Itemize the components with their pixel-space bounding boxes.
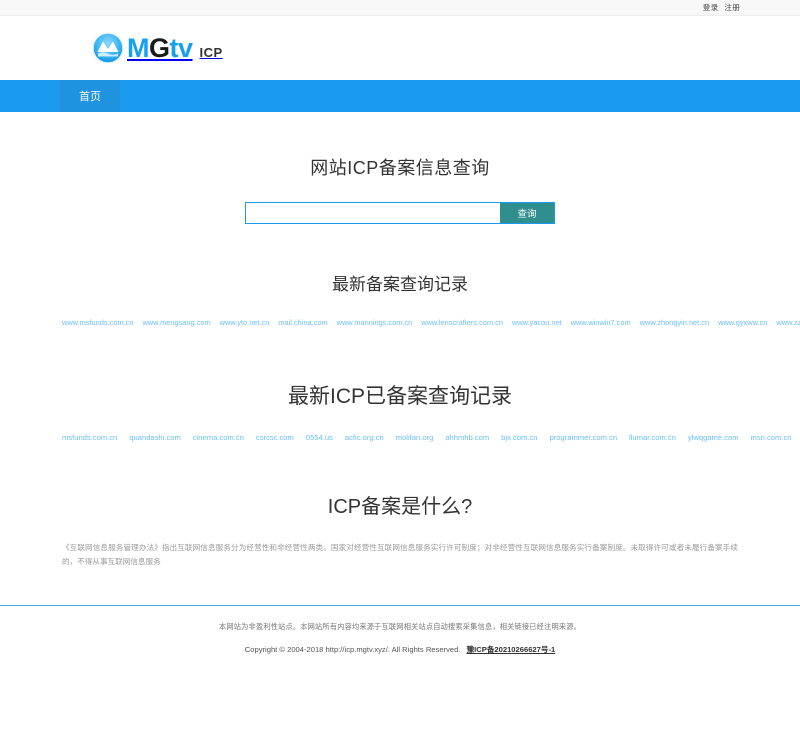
icp-record-link[interactable]: programmer.com.cn bbox=[550, 433, 618, 442]
icp-record-link[interactable]: ahhmhb.com bbox=[445, 433, 489, 442]
record-link[interactable]: www.msfunds.com.cn bbox=[62, 318, 133, 327]
site-footer: 本网站为非盈利性站点。本网站所有内容均来源于互联网相关站点自动搜索采集信息，相关… bbox=[0, 606, 800, 655]
main-navigation: 首页 bbox=[0, 80, 800, 112]
site-header: M G tv ICP bbox=[0, 16, 800, 80]
icp-record-link[interactable]: cinema.com.cn bbox=[193, 433, 244, 442]
beian-link[interactable]: 豫ICP备20210266627号-1 bbox=[467, 645, 556, 654]
search-row: 查询 bbox=[0, 202, 800, 224]
record-link[interactable]: www.winwin7.com bbox=[571, 318, 631, 327]
copyright-text: Copyright © 2004-2018 http://icp.mgtv.xy… bbox=[244, 645, 461, 655]
icp-record-link[interactable]: acfic.org.cn bbox=[345, 433, 384, 442]
icp-record-link[interactable]: msfunds.com.cn bbox=[62, 433, 117, 442]
about-paragraph: 《互联网信息服务管理办法》指出互联网信息服务分为经营性和非经营性两类。国家对经营… bbox=[62, 543, 738, 567]
icp-record-link[interactable]: csrcsc.com bbox=[256, 433, 294, 442]
search-box: 查询 bbox=[245, 202, 555, 224]
latest-records-section: 最新备案查询记录 www.msfunds.com.cn www.mengsang.… bbox=[0, 224, 800, 332]
register-link[interactable]: 注册 bbox=[724, 2, 740, 13]
latest-records-title: 最新备案查询记录 bbox=[332, 275, 468, 294]
nav-item-home[interactable]: 首页 bbox=[60, 80, 120, 112]
record-link[interactable]: www.mengsang.com bbox=[142, 318, 210, 327]
icp-record-link[interactable]: llumar.com.cn bbox=[629, 433, 676, 442]
top-utility-bar: 登录 注册 bbox=[0, 0, 800, 16]
search-button[interactable]: 查询 bbox=[500, 203, 554, 223]
latest-records-link-list: www.msfunds.com.cn www.mengsang.com www.yt… bbox=[62, 317, 800, 332]
login-link[interactable]: 登录 bbox=[703, 2, 719, 13]
record-link[interactable]: www.lenscrafters.com.cn bbox=[421, 318, 503, 327]
record-link[interactable]: www.zzyedu.cn bbox=[776, 318, 800, 327]
logo-letters-tv: tv bbox=[169, 32, 194, 63]
site-logo[interactable]: M G tv ICP bbox=[92, 32, 223, 64]
logo-letter-m: M bbox=[127, 32, 150, 63]
record-link[interactable]: www.mannings.com.cn bbox=[337, 318, 413, 327]
record-link[interactable]: www.yto.net.cn bbox=[220, 318, 270, 327]
about-section: ICP备案是什么? 《互联网信息服务管理办法》指出互联网信息服务分为经营性和非经… bbox=[0, 446, 800, 569]
logo-subtitle: ICP bbox=[199, 44, 223, 60]
icp-record-link[interactable]: ylwqgame.com bbox=[688, 433, 739, 442]
logo-letter-g: G bbox=[149, 32, 170, 63]
icp-record-link[interactable]: bjx.com.cn bbox=[501, 433, 537, 442]
record-link[interactable]: www.gyxww.cn bbox=[718, 318, 767, 327]
icp-record-link[interactable]: 0554.us bbox=[306, 433, 333, 442]
mountain-logo-icon bbox=[92, 32, 124, 64]
search-section: 网站ICP备案信息查询 查询 bbox=[0, 112, 800, 224]
icp-record-link[interactable]: msn.com.cn bbox=[751, 433, 792, 442]
search-input[interactable] bbox=[246, 203, 500, 223]
icp-record-link[interactable]: molifan.org bbox=[396, 433, 434, 442]
icp-records-section: 最新ICP已备案查询记录 msfunds.com.cn quandashi.com… bbox=[0, 332, 800, 447]
about-title: ICP备案是什么? bbox=[327, 496, 473, 519]
icp-records-title: 最新ICP已备案查询记录 bbox=[287, 384, 512, 408]
icp-records-link-list: msfunds.com.cn quandashi.com cinema.com.cn… bbox=[62, 432, 791, 447]
record-link[interactable]: www.yacou.net bbox=[512, 318, 562, 327]
page-title: 网站ICP备案信息查询 bbox=[310, 158, 490, 178]
record-link[interactable]: mail.china.com bbox=[278, 318, 327, 327]
footer-note: 本网站为非盈利性站点。本网站所有内容均来源于互联网相关站点自动搜索采集信息，相关… bbox=[219, 622, 581, 632]
icp-record-link[interactable]: quandashi.com bbox=[129, 433, 181, 442]
footer-copyright: Copyright © 2004-2018 http://icp.mgtv.xy… bbox=[0, 644, 800, 655]
record-link[interactable]: www.zhongyin.net.cn bbox=[640, 318, 709, 327]
